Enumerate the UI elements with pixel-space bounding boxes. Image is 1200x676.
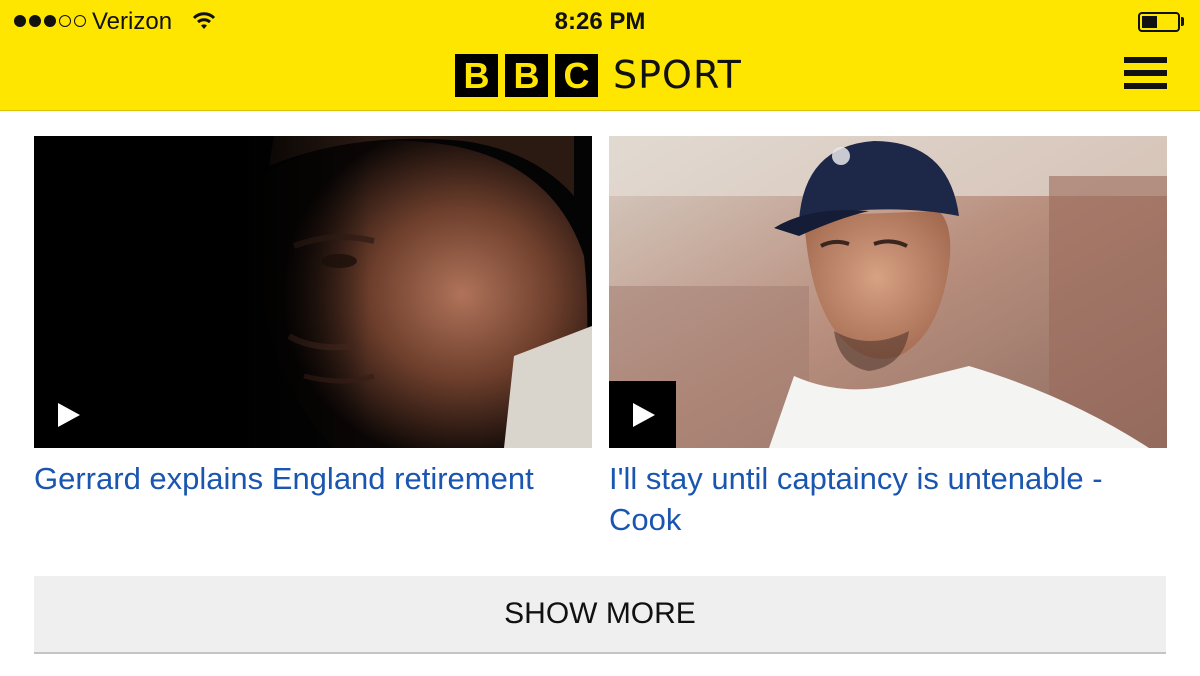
story-headline-link[interactable]: Gerrard explains England retirement [34,458,592,499]
cook-photo [609,136,1167,448]
story-video-thumbnail[interactable] [609,136,1167,448]
play-icon [58,403,80,427]
logo-letter-block: C [555,54,598,97]
story-card: I'll stay until captaincy is untenable -… [609,136,1167,540]
battery-level [1142,16,1157,28]
gerrard-photo [34,136,592,448]
logo-word: SPORT [613,53,742,97]
story-card: Gerrard explains England retirement [34,136,592,499]
battery-icon [1138,12,1180,32]
bbc-sport-logo[interactable]: B B C SPORT [455,54,742,97]
logo-letter-block: B [505,54,548,97]
play-button[interactable] [34,381,101,448]
status-bar: Verizon 8:26 PM [0,0,1200,44]
hamburger-menu-icon[interactable] [1124,57,1167,89]
play-icon [633,403,655,427]
logo-letter-block: B [455,54,498,97]
app-header: Verizon 8:26 PM B B C SPORT [0,0,1200,111]
story-video-thumbnail[interactable] [34,136,592,448]
story-headline-link[interactable]: I'll stay until captaincy is untenable -… [609,458,1167,540]
play-button[interactable] [609,381,676,448]
bbc-sport-page: Verizon 8:26 PM B B C SPORT Gerrard expl… [0,0,1200,676]
battery-terminal [1181,17,1184,26]
status-time: 8:26 PM [554,8,646,35]
show-more-button[interactable]: SHOW MORE [34,576,1166,654]
